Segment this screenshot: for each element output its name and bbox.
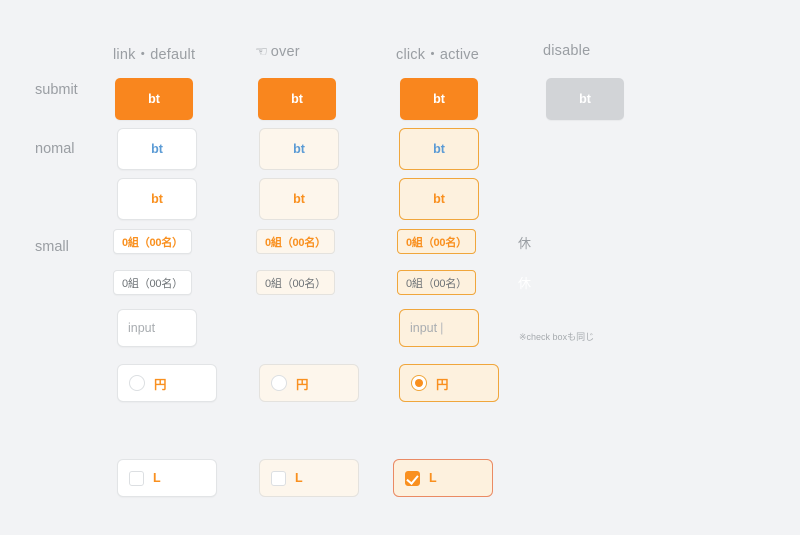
column-header-active-label: click・active [396,47,479,63]
column-header-over: ☞ over [255,43,300,60]
checkbox-row-over[interactable]: L [259,459,359,497]
checkbox-note: ※check boxも同じ [519,332,595,342]
small-button-gray-active[interactable]: 0組（00名） [397,270,476,295]
checkbox-row-default-label: L [153,471,161,485]
checkbox-unchecked-icon[interactable] [271,470,286,486]
submit-button-disabled: bt [546,78,624,120]
spec-sheet-canvas: link・default ☞ over click・active disable … [0,0,800,535]
nomal-button-orange-over[interactable]: bt [259,178,339,220]
text-input-active-value: input [410,321,438,335]
submit-button-over[interactable]: bt [258,78,336,120]
radio-row-over-label: 円 [296,377,309,392]
column-header-disable: disable [543,43,590,59]
radio-row-default-label: 円 [154,377,167,392]
kanji-annotation-white: 休 [518,276,532,291]
row-label-nomal: nomal [35,141,75,157]
radio-row-default[interactable]: 円 [117,364,217,402]
nomal-button-blue-active[interactable]: bt [399,128,479,170]
radio-unchecked-icon[interactable] [129,375,145,391]
radio-row-over[interactable]: 円 [259,364,359,402]
submit-button-default[interactable]: bt [115,78,193,120]
text-cursor-icon: | [440,321,444,335]
column-header-disable-label: disable [543,43,591,59]
checkbox-row-default[interactable]: L [117,459,217,497]
column-header-default: link・default [113,43,195,64]
small-button-gray-default[interactable]: 0組（00名） [113,270,192,295]
row-label-submit: submit [35,82,78,98]
small-button-orange-default[interactable]: 0組（00名） [113,229,192,254]
nomal-button-blue-over[interactable]: bt [259,128,339,170]
submit-button-active[interactable]: bt [400,78,478,120]
radio-row-active-label: 円 [436,377,449,392]
row-label-small: small [35,239,69,255]
checkbox-row-active[interactable]: L [393,459,493,497]
small-button-orange-active[interactable]: 0組（00名） [397,229,476,254]
radio-row-active[interactable]: 円 [399,364,499,402]
nomal-button-orange-active[interactable]: bt [399,178,479,220]
checkbox-unchecked-icon[interactable] [129,470,144,486]
pointing-hand-cursor-icon: ☞ [255,43,268,59]
text-input-active[interactable]: input | [399,309,479,347]
kanji-annotation-gray: 休 [518,236,532,251]
small-button-gray-over[interactable]: 0組（00名） [256,270,335,295]
column-header-default-label: link・default [113,47,196,63]
checkbox-row-over-label: L [295,471,303,485]
column-header-over-label: over [270,44,300,60]
text-input-default[interactable]: input [117,309,197,347]
checkbox-row-active-label: L [429,471,437,485]
small-button-orange-over[interactable]: 0組（00名） [256,229,335,254]
text-input-default-placeholder: input [128,321,156,335]
nomal-button-orange-default[interactable]: bt [117,178,197,220]
checkbox-checked-icon[interactable] [405,470,420,486]
column-header-active: click・active [396,43,479,64]
radio-checked-icon[interactable] [411,375,427,391]
radio-unchecked-icon[interactable] [271,375,287,391]
nomal-button-blue-default[interactable]: bt [117,128,197,170]
